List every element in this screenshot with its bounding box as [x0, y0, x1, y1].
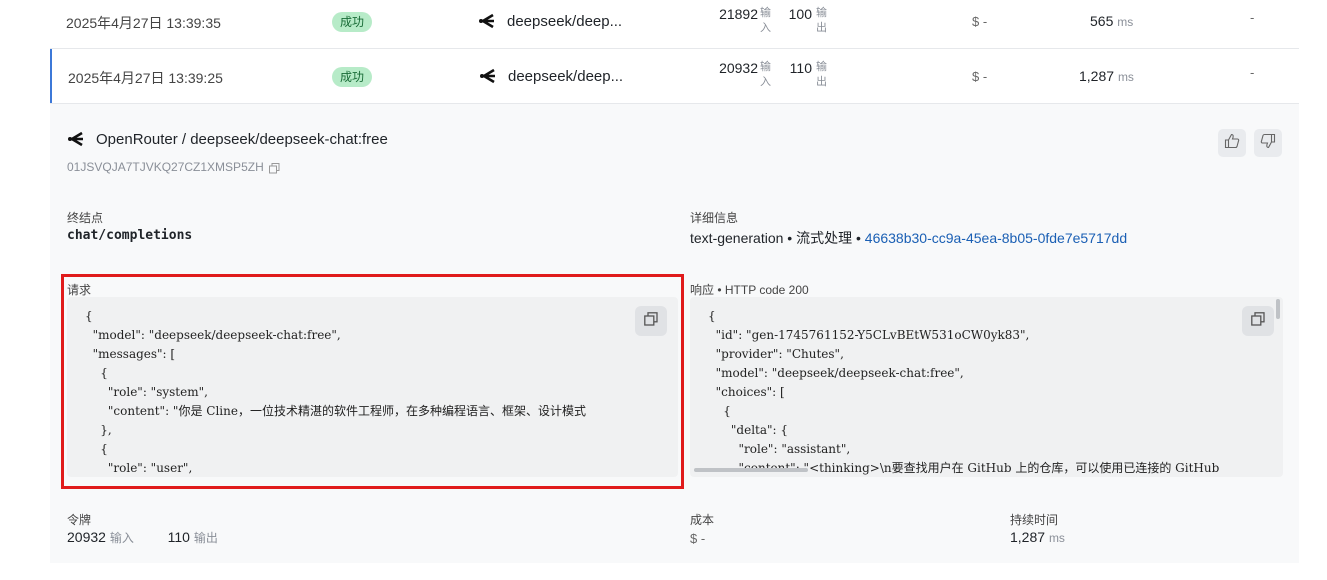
tokens-out-value: 100 — [788, 6, 812, 22]
code-line: "provider": "Chutes", — [708, 347, 844, 361]
thumbs-up-icon — [1224, 133, 1240, 154]
status-badge: 成功 — [332, 12, 373, 32]
code-line: "role": "assistant", — [708, 442, 851, 456]
copy-response-button[interactable] — [1242, 306, 1274, 336]
code-line: "choices": [ — [708, 385, 785, 399]
status-badge: 成功 — [332, 67, 373, 87]
detail-title: OpenRouter / deepseek/deepseek-chat:free — [96, 131, 388, 148]
row-extra: - — [1250, 65, 1255, 80]
code-line: "delta": { — [708, 423, 789, 437]
highlight-box — [61, 274, 684, 489]
tokens-out-value: 110 — [789, 60, 812, 76]
table-row-selected[interactable]: 2025年4月27日 13:39:25 成功 deepseek/deep... … — [52, 49, 1299, 103]
response-label: 响应 • HTTP code 200 — [690, 283, 809, 297]
generation-type: text-generation — [690, 230, 784, 246]
openrouter-icon — [478, 13, 495, 34]
cost-value: $ - — [690, 531, 706, 546]
horizontal-scrollbar[interactable] — [694, 468, 808, 472]
thumbs-up-button[interactable] — [1218, 129, 1246, 157]
tokens-in-value: 20932 — [719, 60, 758, 76]
row-cost: $ - — [972, 69, 988, 84]
openrouter-icon — [479, 68, 496, 89]
info-label: 详细信息 — [690, 211, 739, 225]
tokens-value: 20932 输入 110 输出 — [67, 529, 218, 545]
streaming-label: 流式处理 — [796, 230, 853, 246]
duration-label: 持续时间 — [1010, 513, 1059, 527]
vertical-scrollbar[interactable] — [1276, 299, 1280, 319]
tokens-label: 令牌 — [67, 513, 92, 527]
copy-id-icon[interactable] — [269, 161, 280, 179]
table-row[interactable]: 2025年4月27日 13:39:35 成功 deepseek/deep... … — [50, 0, 1299, 48]
row-date: 2025年4月27日 13:39:35 — [66, 15, 221, 31]
code-line: "id": "gen-1745761152-Y5CLvBEtW531oCW0yk… — [708, 328, 1030, 342]
row-date: 2025年4月27日 13:39:25 — [68, 70, 223, 86]
thumbs-down-button[interactable] — [1254, 129, 1282, 157]
row-latency: 1,287 ms — [1079, 68, 1134, 84]
info-value: text-generation • 流式处理 • 46638b30-cc9a-4… — [690, 230, 1128, 246]
code-line: "model": "deepseek/deepseek-chat:free", — [708, 366, 964, 380]
code-line: { — [708, 404, 731, 418]
tokens-in-value: 21892 — [719, 6, 758, 22]
response-json: { "id": "gen-1745761152-Y5CLvBEtW531oCW0… — [690, 297, 1283, 477]
generation-id: 01JSVQJA7TJVKQ27CZ1XMSP5ZH — [67, 160, 264, 174]
duration-value: 1,287 ms — [1010, 529, 1065, 545]
thumbs-down-icon — [1260, 133, 1276, 154]
tokens-out-label: 输出 — [816, 7, 827, 34]
copy-icon — [1251, 311, 1265, 331]
cost-label: 成本 — [690, 513, 715, 527]
row-model: deepseek/deep... — [507, 13, 623, 30]
row-model: deepseek/deep... — [508, 68, 624, 85]
response-code-block[interactable]: { "id": "gen-1745761152-Y5CLvBEtW531oCW0… — [690, 297, 1283, 477]
row-latency: 565 ms — [1090, 13, 1134, 29]
endpoint-label: 终结点 — [67, 211, 104, 225]
tokens-out-label: 输出 — [816, 61, 827, 88]
code-line: { — [708, 309, 716, 323]
generation-link[interactable]: 46638b30-cc9a-45ea-8b05-0fde7e5717dd — [865, 230, 1127, 246]
openrouter-icon — [67, 131, 84, 152]
row-cost: $ - — [972, 14, 988, 29]
row-extra: - — [1250, 10, 1255, 25]
endpoint-value: chat/completions — [67, 228, 193, 243]
